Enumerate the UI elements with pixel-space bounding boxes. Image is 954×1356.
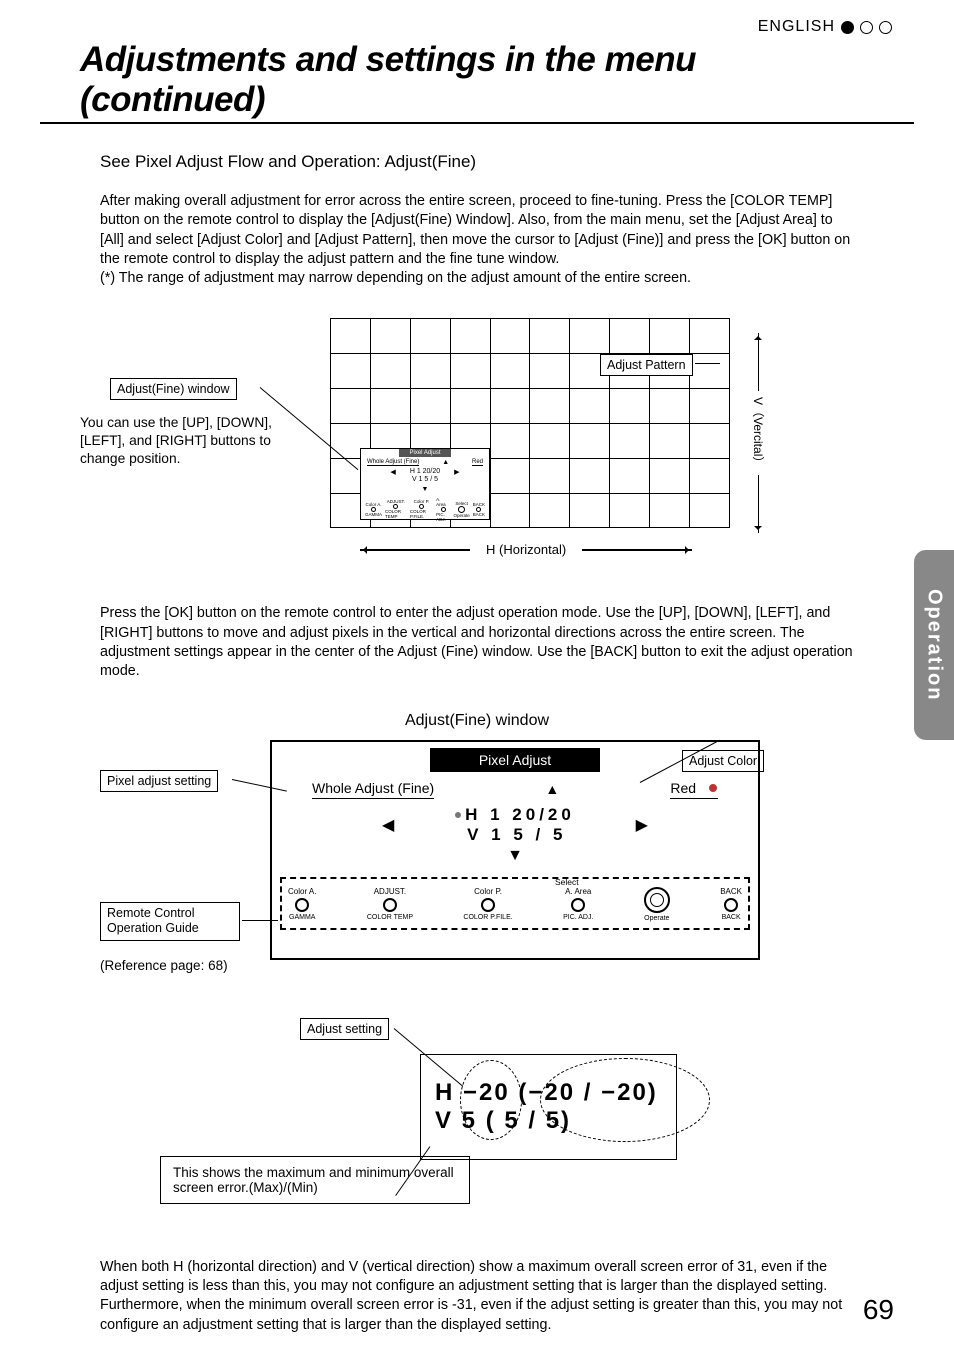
dashed-circle-icon — [460, 1060, 522, 1140]
triangle-right-icon: ▶ — [636, 815, 648, 835]
triangle-left-icon: ◀ — [390, 468, 395, 483]
adjust-setting-label: Adjust setting — [300, 1018, 389, 1040]
foot-label: Color A. — [288, 887, 316, 896]
mini-adjust-window: Pixel Adjust Whole Adjust (Fine) ▲ Red ◀… — [360, 448, 490, 520]
reference-page: (Reference page: 68) — [100, 958, 228, 973]
remote-guide-label: Remote Control Operation Guide — [100, 902, 240, 941]
mini-whole: Whole Adjust (Fine) — [367, 459, 419, 466]
red-dot-icon — [708, 783, 718, 793]
header-language-row: ENGLISH — [0, 0, 954, 40]
adjust-fine-window-label: Adjust(Fine) window — [110, 378, 237, 400]
button-ring-icon — [383, 898, 397, 912]
page-title: Adjustments and settings in the menu (co… — [40, 40, 914, 124]
foot-label: A. Area — [565, 887, 591, 896]
operation-paragraph: Press the [OK] button on the remote cont… — [100, 604, 854, 681]
foot-label: BACK — [720, 887, 742, 896]
adjust-pattern-label: Adjust Pattern — [600, 354, 693, 376]
dashed-circle-icon — [540, 1058, 710, 1142]
section-subheading: See Pixel Adjust Flow and Operation: Adj… — [100, 152, 854, 172]
triangle-right-icon: ▶ — [454, 468, 459, 483]
button-ring-icon — [481, 898, 495, 912]
triangle-left-icon: ◀ — [382, 815, 394, 835]
language-label: ENGLISH — [758, 18, 835, 36]
mini-h-val: H 1 20/20 — [410, 468, 440, 476]
adjust-setting-detail: Adjust setting H −20 (−20 / −20) V 5 ( 5… — [100, 1018, 854, 1248]
mini-footer: Color A.GAMMA ADJUST.COLOR TEMP Color P.… — [361, 497, 489, 522]
position-hint: You can use the [UP], [DOWN], [LEFT], an… — [80, 414, 300, 468]
triangle-up-icon: ▲ — [442, 459, 449, 466]
footer-paragraph: When both H (horizontal direction) and V… — [100, 1258, 854, 1335]
section-tab: Operation — [914, 550, 954, 740]
joystick-icon — [644, 887, 670, 913]
vertical-axis: V（Vercital） — [750, 333, 767, 532]
whole-adjust-label: Whole Adjust (Fine) — [312, 780, 434, 799]
triangle-down-icon: ▼ — [272, 847, 758, 865]
select-label: Select — [555, 877, 579, 887]
foot-label: Color P. — [474, 887, 502, 896]
mini-title: Pixel Adjust — [399, 449, 450, 457]
pixel-adjust-setting-label: Pixel adjust setting — [100, 770, 218, 792]
adjust-window-diagram: Adjust(Fine) window Pixel adjust setting… — [100, 712, 854, 1012]
window-titlebar: Pixel Adjust — [430, 748, 600, 772]
max-min-note: This shows the maximum and minimum overa… — [160, 1156, 470, 1204]
adjust-values: H 1 20/20 V 1 5 / 5 — [455, 805, 575, 845]
triangle-up-icon: ▲ — [545, 781, 559, 797]
page-dot-2-icon — [860, 21, 873, 34]
leader-line — [695, 363, 720, 364]
mini-v-val: V 1 5 / 5 — [410, 476, 440, 484]
triangle-down-icon: ▼ — [361, 486, 489, 493]
page-number: 69 — [863, 1294, 894, 1326]
remote-button-guide: Select Color A.GAMMA ADJUST.COLOR TEMP C… — [280, 877, 750, 930]
page-dot-3-icon — [879, 21, 892, 34]
red-label: Red — [670, 780, 718, 799]
intro-paragraph: After making overall adjustment for erro… — [100, 192, 854, 288]
mini-red: Red — [472, 459, 483, 466]
button-ring-icon — [571, 898, 585, 912]
foot-label: ADJUST. — [374, 887, 406, 896]
grid-diagram: Adjust(Fine) window You can use the [UP]… — [100, 318, 854, 578]
horizontal-axis: H (Horizontal) — [360, 542, 692, 557]
v-axis-label: V（Vercital） — [750, 397, 767, 468]
h-axis-label: H (Horizontal) — [486, 542, 566, 557]
adjust-fine-window: Pixel Adjust Whole Adjust (Fine) ▲ Red ◀… — [270, 740, 760, 960]
button-ring-icon — [295, 898, 309, 912]
page-dot-1-icon — [841, 21, 854, 34]
adjust-window-title: Adjust(Fine) window — [100, 712, 854, 730]
button-ring-icon — [724, 898, 738, 912]
